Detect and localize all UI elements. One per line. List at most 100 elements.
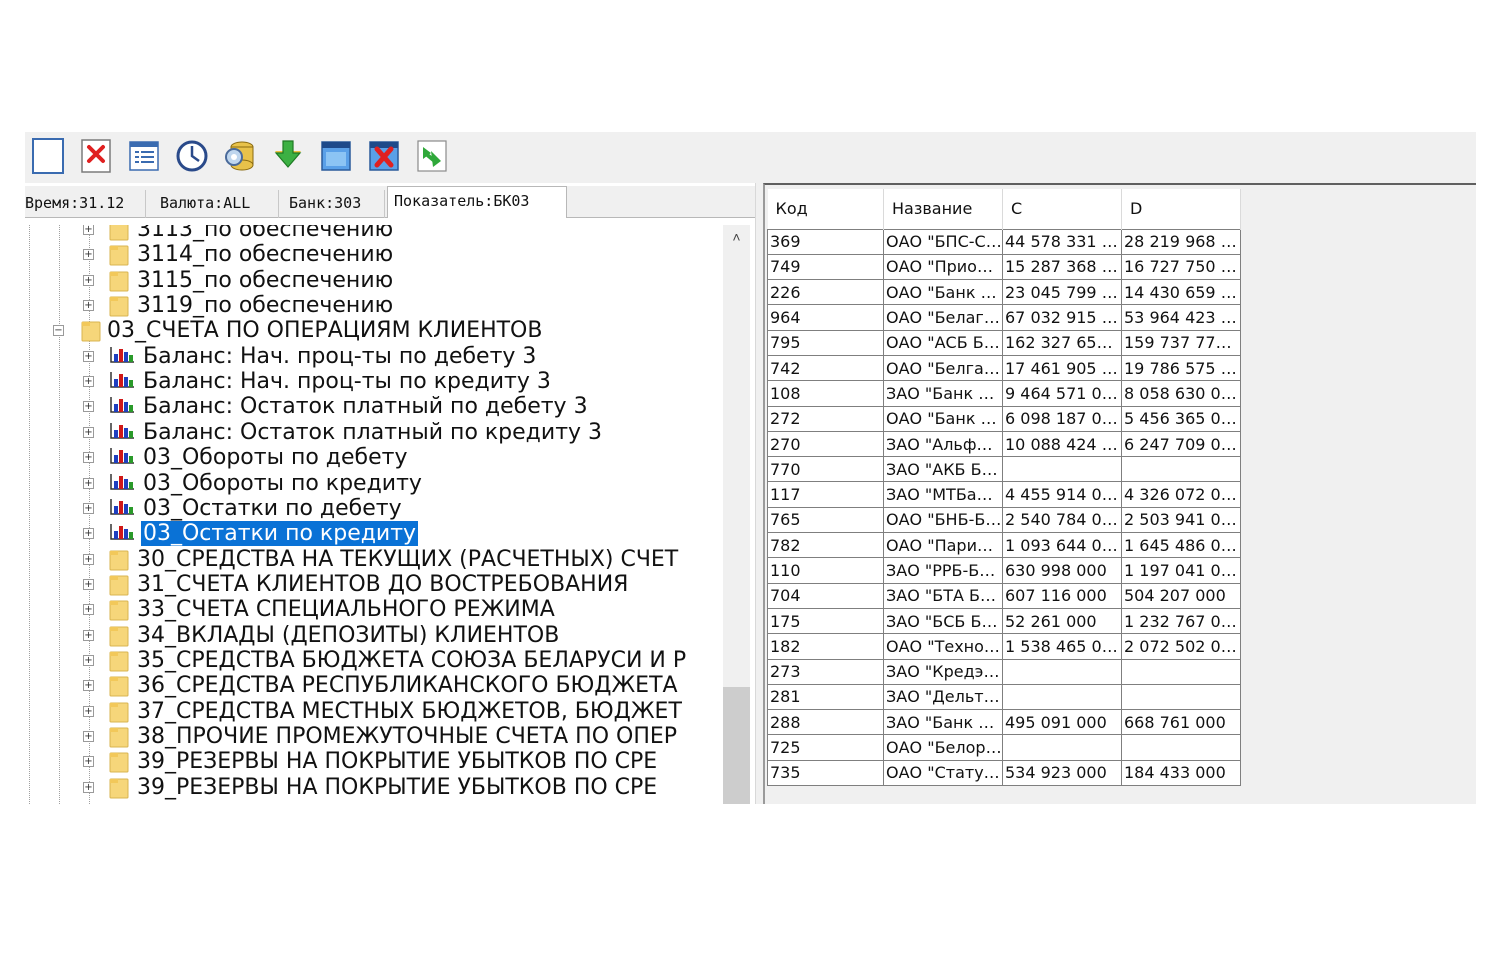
grid-cell-name[interactable]: ОАО "Белагропромбанк" [883,304,1003,331]
scroll-thumb[interactable] [723,687,750,804]
grid-cell-c[interactable]: 44 578 331 000 [1002,228,1122,255]
grid-cell-code[interactable]: 281 [767,683,884,711]
expand-icon[interactable]: + [83,502,94,514]
settings-button[interactable] [222,136,258,176]
grid-cell-d[interactable]: 668 761 000 [1121,709,1241,736]
table-row[interactable]: 108ЗАО "Банк ВТБ"9 464 571 0008 058 630 … [767,380,1241,407]
expand-icon[interactable]: + [83,705,94,717]
expand-icon[interactable]: + [83,731,94,742]
grid-cell-name[interactable]: ОАО "СтатусБанк" [883,759,1003,787]
grid-cell-code[interactable]: 770 [767,456,884,483]
grid-cell-name[interactable]: ЗАО "БСБ Банк" [883,607,1003,635]
expand-icon[interactable]: + [83,350,94,362]
table-row[interactable]: 765ОАО "БНБ-Банк"2 540 784 0002 503 941 … [767,506,1241,534]
grid-cell-name[interactable]: ЗАО "БТА Банк" [883,582,1003,609]
tree-node[interactable]: +31_СЧЕТА КЛИЕНТОВ ДО ВОСТРЕБОВАНИЯ [25,572,725,597]
grid-cell-code[interactable]: 964 [767,304,884,331]
grid-cell-name[interactable]: ЗАО "Банк Решение" [883,709,1003,736]
grid-cell-d[interactable]: 16 727 750 000 [1121,253,1241,281]
expand-icon[interactable]: + [83,629,94,641]
grid-cell-code[interactable]: 725 [767,734,884,761]
grid-cell-d[interactable]: 53 964 423 000 [1121,304,1241,331]
grid-cell-c[interactable]: 162 327 656 000 [1002,329,1122,356]
tree-node[interactable]: + Баланс: Нач. проц-ты по дебету 3 [25,344,725,369]
tree-node[interactable]: +36_СРЕДСТВА РЕСПУБЛИКАНСКОГО БЮДЖЕТА [25,673,725,698]
expand-icon[interactable]: + [83,680,94,692]
grid-cell-code[interactable]: 110 [767,557,884,584]
grid-cell-code[interactable]: 704 [767,582,884,609]
table-row[interactable]: 704ЗАО "БТА Банк"607 116 000504 207 000 [767,582,1241,609]
tree-node[interactable]: +03_Остатки по кредиту [25,521,725,547]
grid-cell-c[interactable]: 15 287 368 000 [1002,253,1122,281]
tree-node[interactable]: +3115_по обеспечению [25,268,725,293]
grid-cell-name[interactable]: ЗАО "Кредэксбанк" [883,658,1003,685]
expand-icon[interactable]: + [83,225,94,235]
grid-cell-c[interactable] [1002,734,1122,761]
grid-cell-code[interactable]: 735 [767,759,884,787]
grid-cell-d[interactable]: 159 737 773 000 [1121,329,1241,356]
column-header-c[interactable]: C [1002,189,1122,229]
grid-cell-c[interactable]: 52 261 000 [1002,607,1122,635]
grid-cell-c[interactable] [1002,456,1122,483]
table-row[interactable]: 725ОАО "Белорусский банк" [767,734,1241,761]
grid-cell-c[interactable]: 607 116 000 [1002,582,1122,609]
table-row[interactable]: 273ЗАО "Кредэксбанк" [767,658,1241,685]
expand-icon[interactable]: + [83,553,94,565]
tab-currency[interactable]: Валюта:ALL [154,190,279,218]
tree-node[interactable]: + Баланс: Нач. проц-ты по кредиту 3 [25,369,725,394]
table-row[interactable]: 175ЗАО "БСБ Банк"52 261 0001 232 767 000 [767,607,1241,635]
grid-cell-c[interactable]: 17 461 905 000 [1002,354,1122,382]
expand-icon[interactable]: + [83,401,94,413]
panel-splitter[interactable] [755,183,763,804]
tree-node[interactable]: + Баланс: Остаток платный по кредиту 3 [25,420,725,445]
tree-node[interactable]: +34_ВКЛАДЫ (ДЕПОЗИТЫ) КЛИЕНТОВ [25,623,725,648]
table-row[interactable]: 226ОАО "Банк Дабрабыт"23 045 799 00014 4… [767,279,1241,306]
grid-cell-d[interactable]: 4 326 072 000 [1121,481,1241,508]
expand-icon[interactable]: + [83,452,94,464]
grid-cell-c[interactable]: 6 098 187 000 [1002,405,1122,432]
new-window-button[interactable] [30,136,66,176]
grid-cell-code[interactable]: 749 [767,253,884,281]
tab-indicator[interactable]: Показатель:БК03 [387,186,567,218]
grid-cell-name[interactable]: ЗАО "Альфа-Банк" [883,430,1003,458]
download-button[interactable] [270,136,306,176]
expand-icon[interactable]: + [83,604,94,616]
grid-cell-name[interactable]: ЗАО "Дельта Банк" [883,683,1003,711]
expand-icon[interactable]: + [83,426,94,438]
grid-cell-c[interactable]: 67 032 915 000 [1002,304,1122,331]
grid-cell-c[interactable]: 1 093 644 000 [1002,532,1122,559]
column-header-code[interactable]: Код [767,189,884,229]
table-row[interactable]: 964ОАО "Белагропромбанк"67 032 915 00053… [767,304,1241,331]
grid-cell-d[interactable]: 6 247 709 000 [1121,430,1241,458]
grid-cell-name[interactable]: ОАО "Банк БелВЭБ" [883,405,1003,432]
grid-cell-c[interactable] [1002,658,1122,685]
collapse-icon[interactable]: − [53,325,64,337]
grid-cell-code[interactable]: 272 [767,405,884,432]
grid-cell-code[interactable]: 175 [767,607,884,635]
grid-cell-name[interactable]: ОАО "БНБ-Банк" [883,506,1003,534]
table-row[interactable]: 281ЗАО "Дельта Банк" [767,683,1241,711]
grid-cell-d[interactable]: 5 456 365 000 [1121,405,1241,432]
expand-icon[interactable]: + [83,781,94,793]
tree-node[interactable]: + Баланс: Остаток платный по дебету 3 [25,394,725,419]
grid-cell-d[interactable]: 1 232 767 000 [1121,607,1241,635]
tab-time[interactable]: Время:31.12 [25,190,146,218]
expand-icon[interactable]: + [83,477,94,489]
tree-node[interactable]: +39_РЕЗЕРВЫ НА ПОКРЫТИЕ УБЫТКОВ ПО СРЕ [25,749,725,774]
tree-node[interactable]: +03_Обороты по дебету [25,445,725,470]
grid-cell-d[interactable]: 504 207 000 [1121,582,1241,609]
grid-cell-d[interactable]: 19 786 575 000 [1121,354,1241,382]
grid-cell-d[interactable]: 2 503 941 000 [1121,506,1241,534]
table-row[interactable]: 110ЗАО "РРБ-Банк"630 998 0001 197 041 00… [767,557,1241,584]
grid-cell-c[interactable]: 10 088 424 000 [1002,430,1122,458]
table-row[interactable]: 369ОАО "БПС-Сбербанк"44 578 331 00028 21… [767,228,1241,255]
grid-cell-code[interactable]: 270 [767,430,884,458]
grid-cell-d[interactable] [1121,734,1241,761]
grid-cell-c[interactable]: 534 923 000 [1002,759,1122,787]
grid-cell-c[interactable]: 2 540 784 000 [1002,506,1122,534]
tree-node[interactable]: +39_РЕЗЕРВЫ НА ПОКРЫТИЕ УБЫТКОВ ПО СРЕ [25,775,725,800]
tab-bank[interactable]: Банк:303 [283,190,385,218]
grid-cell-name[interactable]: ОАО "Паритетбанк" [883,532,1003,559]
table-row[interactable]: 182ОАО "Технобанк"1 538 465 0002 072 502… [767,633,1241,660]
grid-cell-code[interactable]: 795 [767,329,884,356]
